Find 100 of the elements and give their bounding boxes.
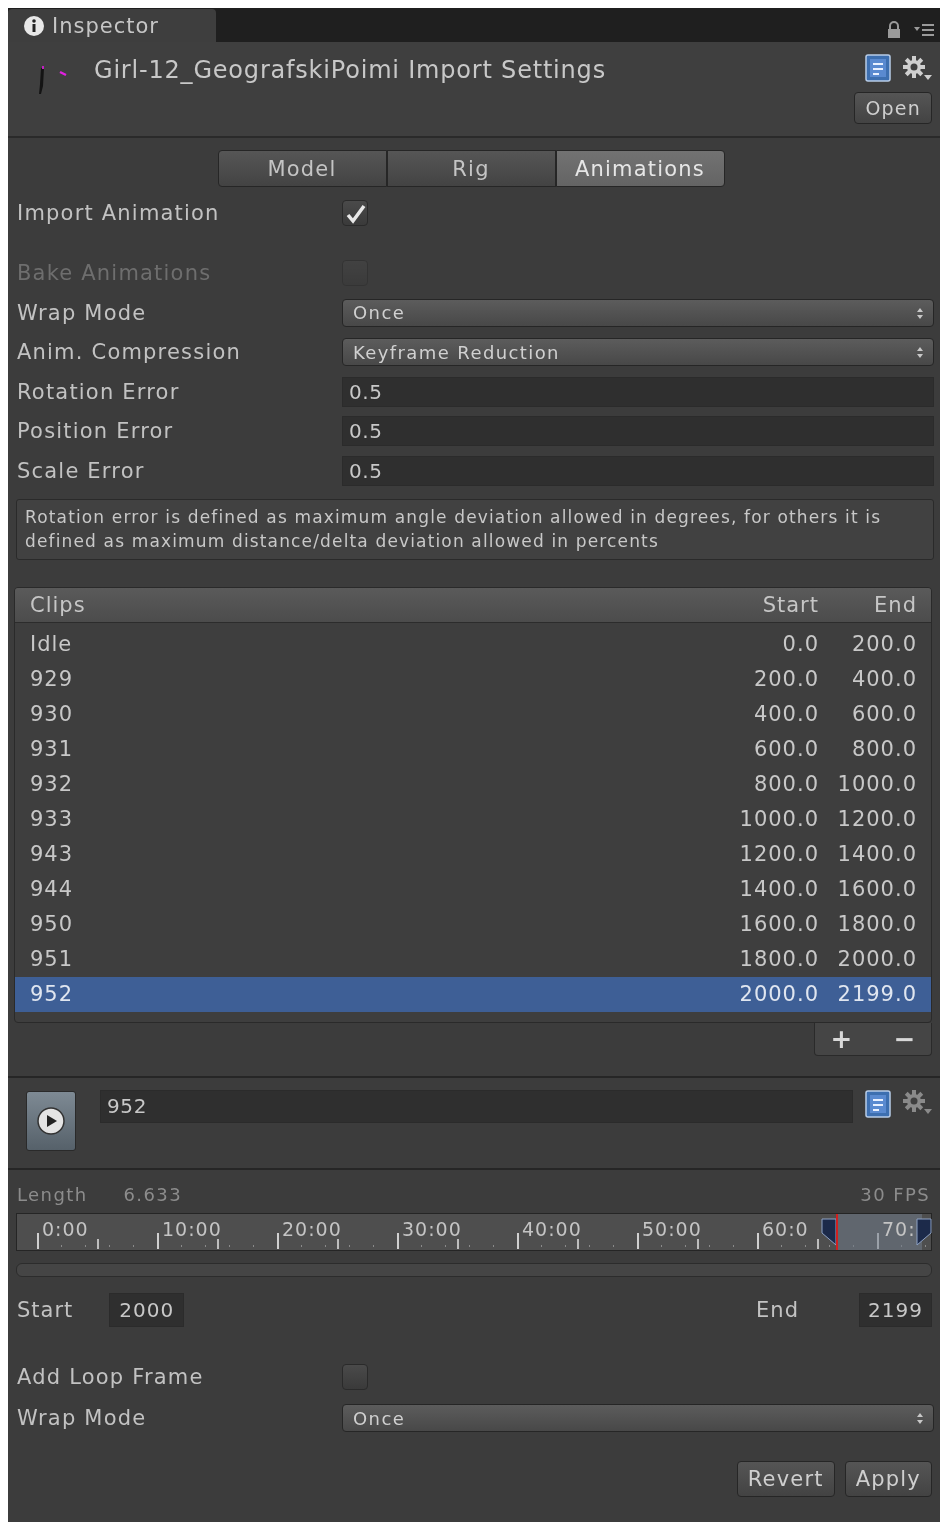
tick-label: 70: [882,1217,916,1240]
clip-start: 400.0 [752,702,819,726]
clip-row[interactable]: 933 1000.0 1200.0 [15,801,931,837]
setting-label: Rotation Error [17,379,181,404]
dropdown[interactable]: Once [342,298,934,327]
clip-row[interactable]: 929 200.0 400.0 [15,661,931,697]
range-handle[interactable] [916,1218,932,1245]
column-header: Start [761,592,819,617]
clip-start: 200.0 [752,667,819,691]
action-button[interactable]: Apply [844,1460,932,1497]
clip-end: 1800.0 [836,912,917,936]
dropdown-value: Keyframe Reduction [353,341,560,363]
clip-row[interactable]: 930 400.0 600.0 [15,696,931,732]
length-value: 6.633 [123,1183,183,1205]
clip-end: 600.0 [850,702,917,726]
info-icon [24,15,44,36]
lock-icon[interactable] [886,20,902,38]
clip-name: Idle [30,632,74,656]
clip-end: 800.0 [850,737,917,761]
checkbox[interactable] [342,1364,368,1390]
dropdown-value: Once [353,302,406,324]
clip-name: 931 [30,737,75,761]
clip-name: 933 [30,807,75,831]
setting-label: Anim. Compression [17,340,242,365]
gear-icon[interactable] [903,1089,932,1114]
clip-row[interactable]: 944 1400.0 1600.0 [15,871,931,907]
help-book-icon[interactable] [865,54,891,82]
clip-start: 1000.0 [738,807,819,831]
help-book-icon[interactable] [865,1089,891,1118]
menu-icon[interactable] [914,21,934,37]
help-box: Rotation error is defined as maximum angle deviation allowed in degrees, for others it is defined as maximum distance/delta deviation allowed in percents [16,498,934,560]
clip-name: 932 [30,772,75,796]
clip-start: 1200.0 [738,842,819,866]
dropdown[interactable]: Once [342,1404,934,1432]
number-field[interactable]: 0.5 [342,376,934,407]
setting-label: Import Animation [17,200,221,225]
clip-name: 944 [30,877,75,901]
up-down-arrows-icon [917,1412,923,1424]
tick-label: 20:00 [282,1217,342,1240]
clip-end: 400.0 [850,667,917,691]
gear-icon[interactable] [903,56,932,80]
dropdown-value: Once [353,1407,406,1429]
clip-start: 0.0 [781,632,819,656]
checkbox[interactable] [342,199,368,226]
number-field[interactable]: 0.5 [342,455,934,486]
end-label: End [756,1297,799,1322]
setting-label: Position Error [17,419,175,444]
clip-name: 951 [30,947,75,971]
clip-row[interactable]: 932 800.0 1000.0 [15,766,931,802]
number-field[interactable]: 0.5 [342,416,934,447]
tab-title: Inspector [52,13,159,38]
setting-label: Wrap Mode [17,1406,148,1430]
clip-end: 1400.0 [836,842,917,866]
tick-label: 30:00 [402,1217,462,1240]
timeline-ruler[interactable]: 0:00 10:00 20:00 30:00 40:00 50:00 60:0 70: [16,1212,932,1251]
clip-start: 2000.0 [738,982,819,1006]
add-button[interactable]: + [824,1022,859,1055]
dropdown[interactable]: Keyframe Reduction [342,338,934,367]
action-button[interactable]: Revert [736,1460,835,1497]
scrollbar[interactable] [16,1262,932,1277]
tick-label: 10:00 [162,1217,222,1240]
clip-start: 1800.0 [738,947,819,971]
inspector-tab[interactable]: Inspector [8,9,216,42]
clip-end: 2199.0 [836,982,917,1006]
start-field[interactable]: 2000 [109,1292,185,1327]
setting-label: Add Loop Frame [17,1365,205,1389]
clip-name: 952 [30,982,75,1006]
clip-end: 1600.0 [836,877,917,901]
length-label: Length [17,1183,88,1205]
clip-end: 2000.0 [836,947,917,971]
mode-tab[interactable]: Animations [555,150,725,187]
setting-label: Scale Error [17,458,146,483]
asset-title: Girl-12_GeografskiPoimi Import Settings [94,55,607,86]
clip-name: 930 [30,702,75,726]
mode-tab[interactable]: Rig [386,150,556,187]
clip-row[interactable]: 952 2000.0 2199.0 [15,976,931,1012]
clip-end: 200.0 [850,632,917,656]
clip-start: 1600.0 [738,912,819,936]
remove-button[interactable]: − [887,1022,922,1055]
clip-row[interactable]: Idle 0.0 200.0 [15,626,931,662]
open-button[interactable]: Open [854,92,932,124]
clip-name-field[interactable]: 952 [100,1089,853,1123]
clip-row[interactable]: 943 1200.0 1400.0 [15,836,931,872]
up-down-arrows-icon [917,306,923,319]
clip-name: 943 [30,842,75,866]
clip-name: 929 [30,667,75,691]
mode-tab[interactable]: Model [217,150,387,187]
clip-row[interactable]: 931 600.0 800.0 [15,731,931,767]
tick-label: 60:0 [762,1217,809,1240]
clip-end: 1000.0 [836,772,917,796]
tick-label: 0:00 [42,1217,89,1240]
column-header: Clips [30,592,87,617]
clip-row[interactable]: 951 1800.0 2000.0 [15,941,931,977]
clip-name: 950 [30,912,75,936]
end-field[interactable]: 2199 [859,1292,932,1327]
clip-start: 600.0 [752,737,819,761]
clip-row[interactable]: 950 1600.0 1800.0 [15,906,931,942]
setting-label: Wrap Mode [17,300,148,325]
play-button[interactable] [26,1090,76,1151]
tick-label: 40:00 [522,1217,582,1240]
